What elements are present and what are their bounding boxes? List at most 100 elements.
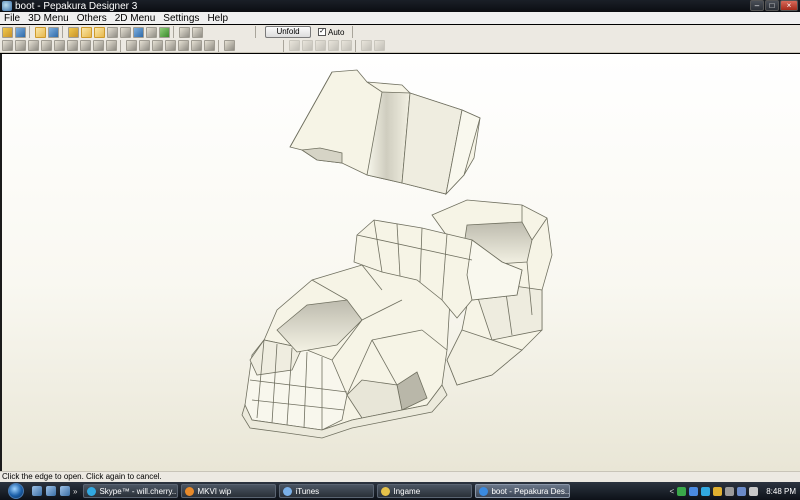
- menu-bar: File 3D Menu Others 2D Menu Settings Hel…: [0, 12, 800, 24]
- toolbar-separator: [62, 26, 63, 38]
- app-icon: [2, 1, 12, 11]
- system-tray: < 8:48 PM: [670, 482, 800, 500]
- pepakura-icon: [479, 486, 489, 496]
- toolbar-separator: [29, 26, 30, 38]
- close-icon[interactable]: ×: [780, 0, 798, 11]
- shoe-body-part: [241, 261, 451, 439]
- window-single-icon[interactable]: [179, 26, 190, 38]
- folder-icon: [185, 486, 195, 496]
- network-icon[interactable]: [677, 486, 687, 496]
- select-edge-icon[interactable]: [81, 26, 92, 38]
- undo-icon[interactable]: [93, 40, 104, 51]
- align-right-icon[interactable]: [315, 40, 326, 51]
- taskbar-item-pepakura[interactable]: boot - Pepakura Des...: [475, 484, 571, 498]
- align-bottom-icon[interactable]: [341, 40, 352, 51]
- menu-settings[interactable]: Settings: [159, 13, 203, 24]
- bluetooth-icon[interactable]: [689, 486, 699, 496]
- align-top-icon[interactable]: [328, 40, 339, 51]
- task-label: boot - Pepakura Des...: [491, 486, 571, 496]
- menu-2d[interactable]: 2D Menu: [111, 13, 160, 24]
- folder-icon: [381, 486, 391, 496]
- toolbar-separator: [173, 26, 174, 38]
- security-icon[interactable]: [713, 486, 723, 496]
- open-folder-icon[interactable]: [2, 26, 13, 38]
- skype-tray-icon[interactable]: [701, 486, 711, 496]
- switch-windows-icon[interactable]: [46, 486, 56, 496]
- boot-model[interactable]: [2, 54, 800, 471]
- print-preview-icon[interactable]: [67, 40, 78, 51]
- taskbar-item-skype[interactable]: Skype™ - will.cherry...: [83, 484, 179, 498]
- internet-explorer-icon[interactable]: [60, 486, 70, 496]
- auto-label: Auto: [328, 27, 345, 37]
- arrange-icon[interactable]: [139, 40, 150, 51]
- unfold-button[interactable]: Unfold: [265, 26, 311, 38]
- monitor-icon[interactable]: [737, 486, 747, 496]
- task-label: iTunes: [295, 486, 320, 496]
- anchor-icon[interactable]: [133, 26, 144, 38]
- redo-icon[interactable]: [106, 40, 117, 51]
- zoom-in-icon[interactable]: [361, 40, 372, 51]
- start-button-icon[interactable]: [8, 483, 24, 499]
- show-desktop-icon[interactable]: [32, 486, 42, 496]
- printer-icon[interactable]: [224, 40, 235, 51]
- 3d-viewport[interactable]: [0, 54, 800, 471]
- align-icon[interactable]: [152, 40, 163, 51]
- window-split-icon[interactable]: [192, 26, 203, 38]
- checkmark-icon: ✓: [318, 28, 326, 36]
- quick-launch-more-icon[interactable]: »: [73, 487, 77, 496]
- layout-icon[interactable]: [178, 40, 189, 51]
- title-bar: boot - Pepakura Designer 3 – □ ×: [0, 0, 800, 12]
- status-bar: Click the edge to open. Click again to c…: [0, 471, 800, 482]
- tools-toolbar: [0, 39, 800, 53]
- task-label: Ingame: [393, 486, 421, 496]
- window-title: boot - Pepakura Designer 3: [15, 0, 138, 12]
- fold-icon[interactable]: [146, 26, 157, 38]
- join-edge-icon[interactable]: [107, 26, 118, 38]
- top-plate-part: [289, 69, 481, 196]
- save-icon[interactable]: [15, 26, 26, 38]
- usb-icon[interactable]: [725, 486, 735, 496]
- texture-icon[interactable]: [68, 26, 79, 38]
- taskbar-item-mkvi[interactable]: MKVI wip: [181, 484, 277, 498]
- zoom-icon[interactable]: [54, 40, 65, 51]
- menu-others[interactable]: Others: [73, 13, 111, 24]
- menu-help[interactable]: Help: [203, 13, 232, 24]
- mirror-icon[interactable]: [41, 40, 52, 51]
- toolbar-separator: [218, 39, 219, 52]
- view-3d-icon[interactable]: [35, 26, 46, 38]
- taskbar-item-itunes[interactable]: iTunes: [279, 484, 375, 498]
- auto-checkbox[interactable]: ✓ Auto: [318, 28, 344, 37]
- move-icon[interactable]: [15, 40, 26, 51]
- menu-file[interactable]: File: [0, 13, 24, 24]
- clock[interactable]: 8:48 PM: [766, 487, 796, 496]
- align-center-icon[interactable]: [302, 40, 313, 51]
- align-left-icon[interactable]: [289, 40, 300, 51]
- main-toolbar: Unfold ✓ Auto: [0, 25, 800, 39]
- status-text: Click the edge to open. Click again to c…: [2, 472, 162, 481]
- maximize-icon[interactable]: □: [765, 0, 779, 11]
- minimize-icon[interactable]: –: [750, 0, 764, 11]
- menu-3d[interactable]: 3D Menu: [24, 13, 73, 24]
- window-controls: – □ ×: [750, 0, 798, 11]
- toolbar-separator: [120, 39, 121, 52]
- rotate-icon[interactable]: [2, 40, 13, 51]
- toolbar-separator: [283, 39, 284, 52]
- distribute-icon[interactable]: [165, 40, 176, 51]
- scale-icon[interactable]: [28, 40, 39, 51]
- tray-expand-icon[interactable]: <: [670, 487, 675, 496]
- zoom-out-icon[interactable]: [374, 40, 385, 51]
- toolbar-separator: [355, 39, 356, 52]
- taskbar-item-ingame[interactable]: Ingame: [377, 484, 473, 498]
- flap-icon[interactable]: [159, 26, 170, 38]
- skype-icon: [87, 486, 97, 496]
- page-icon[interactable]: [80, 40, 91, 51]
- table-icon[interactable]: [204, 40, 215, 51]
- cut-icon[interactable]: [120, 26, 131, 38]
- model-cube-icon[interactable]: [48, 26, 59, 38]
- taskbar: » Skype™ - will.cherry... MKVI wip iTune…: [0, 482, 800, 500]
- volume-icon[interactable]: [749, 486, 759, 496]
- open-edge-icon[interactable]: [94, 26, 105, 38]
- grid-icon[interactable]: [191, 40, 202, 51]
- itunes-icon: [283, 486, 293, 496]
- edit-part-icon[interactable]: [126, 40, 137, 51]
